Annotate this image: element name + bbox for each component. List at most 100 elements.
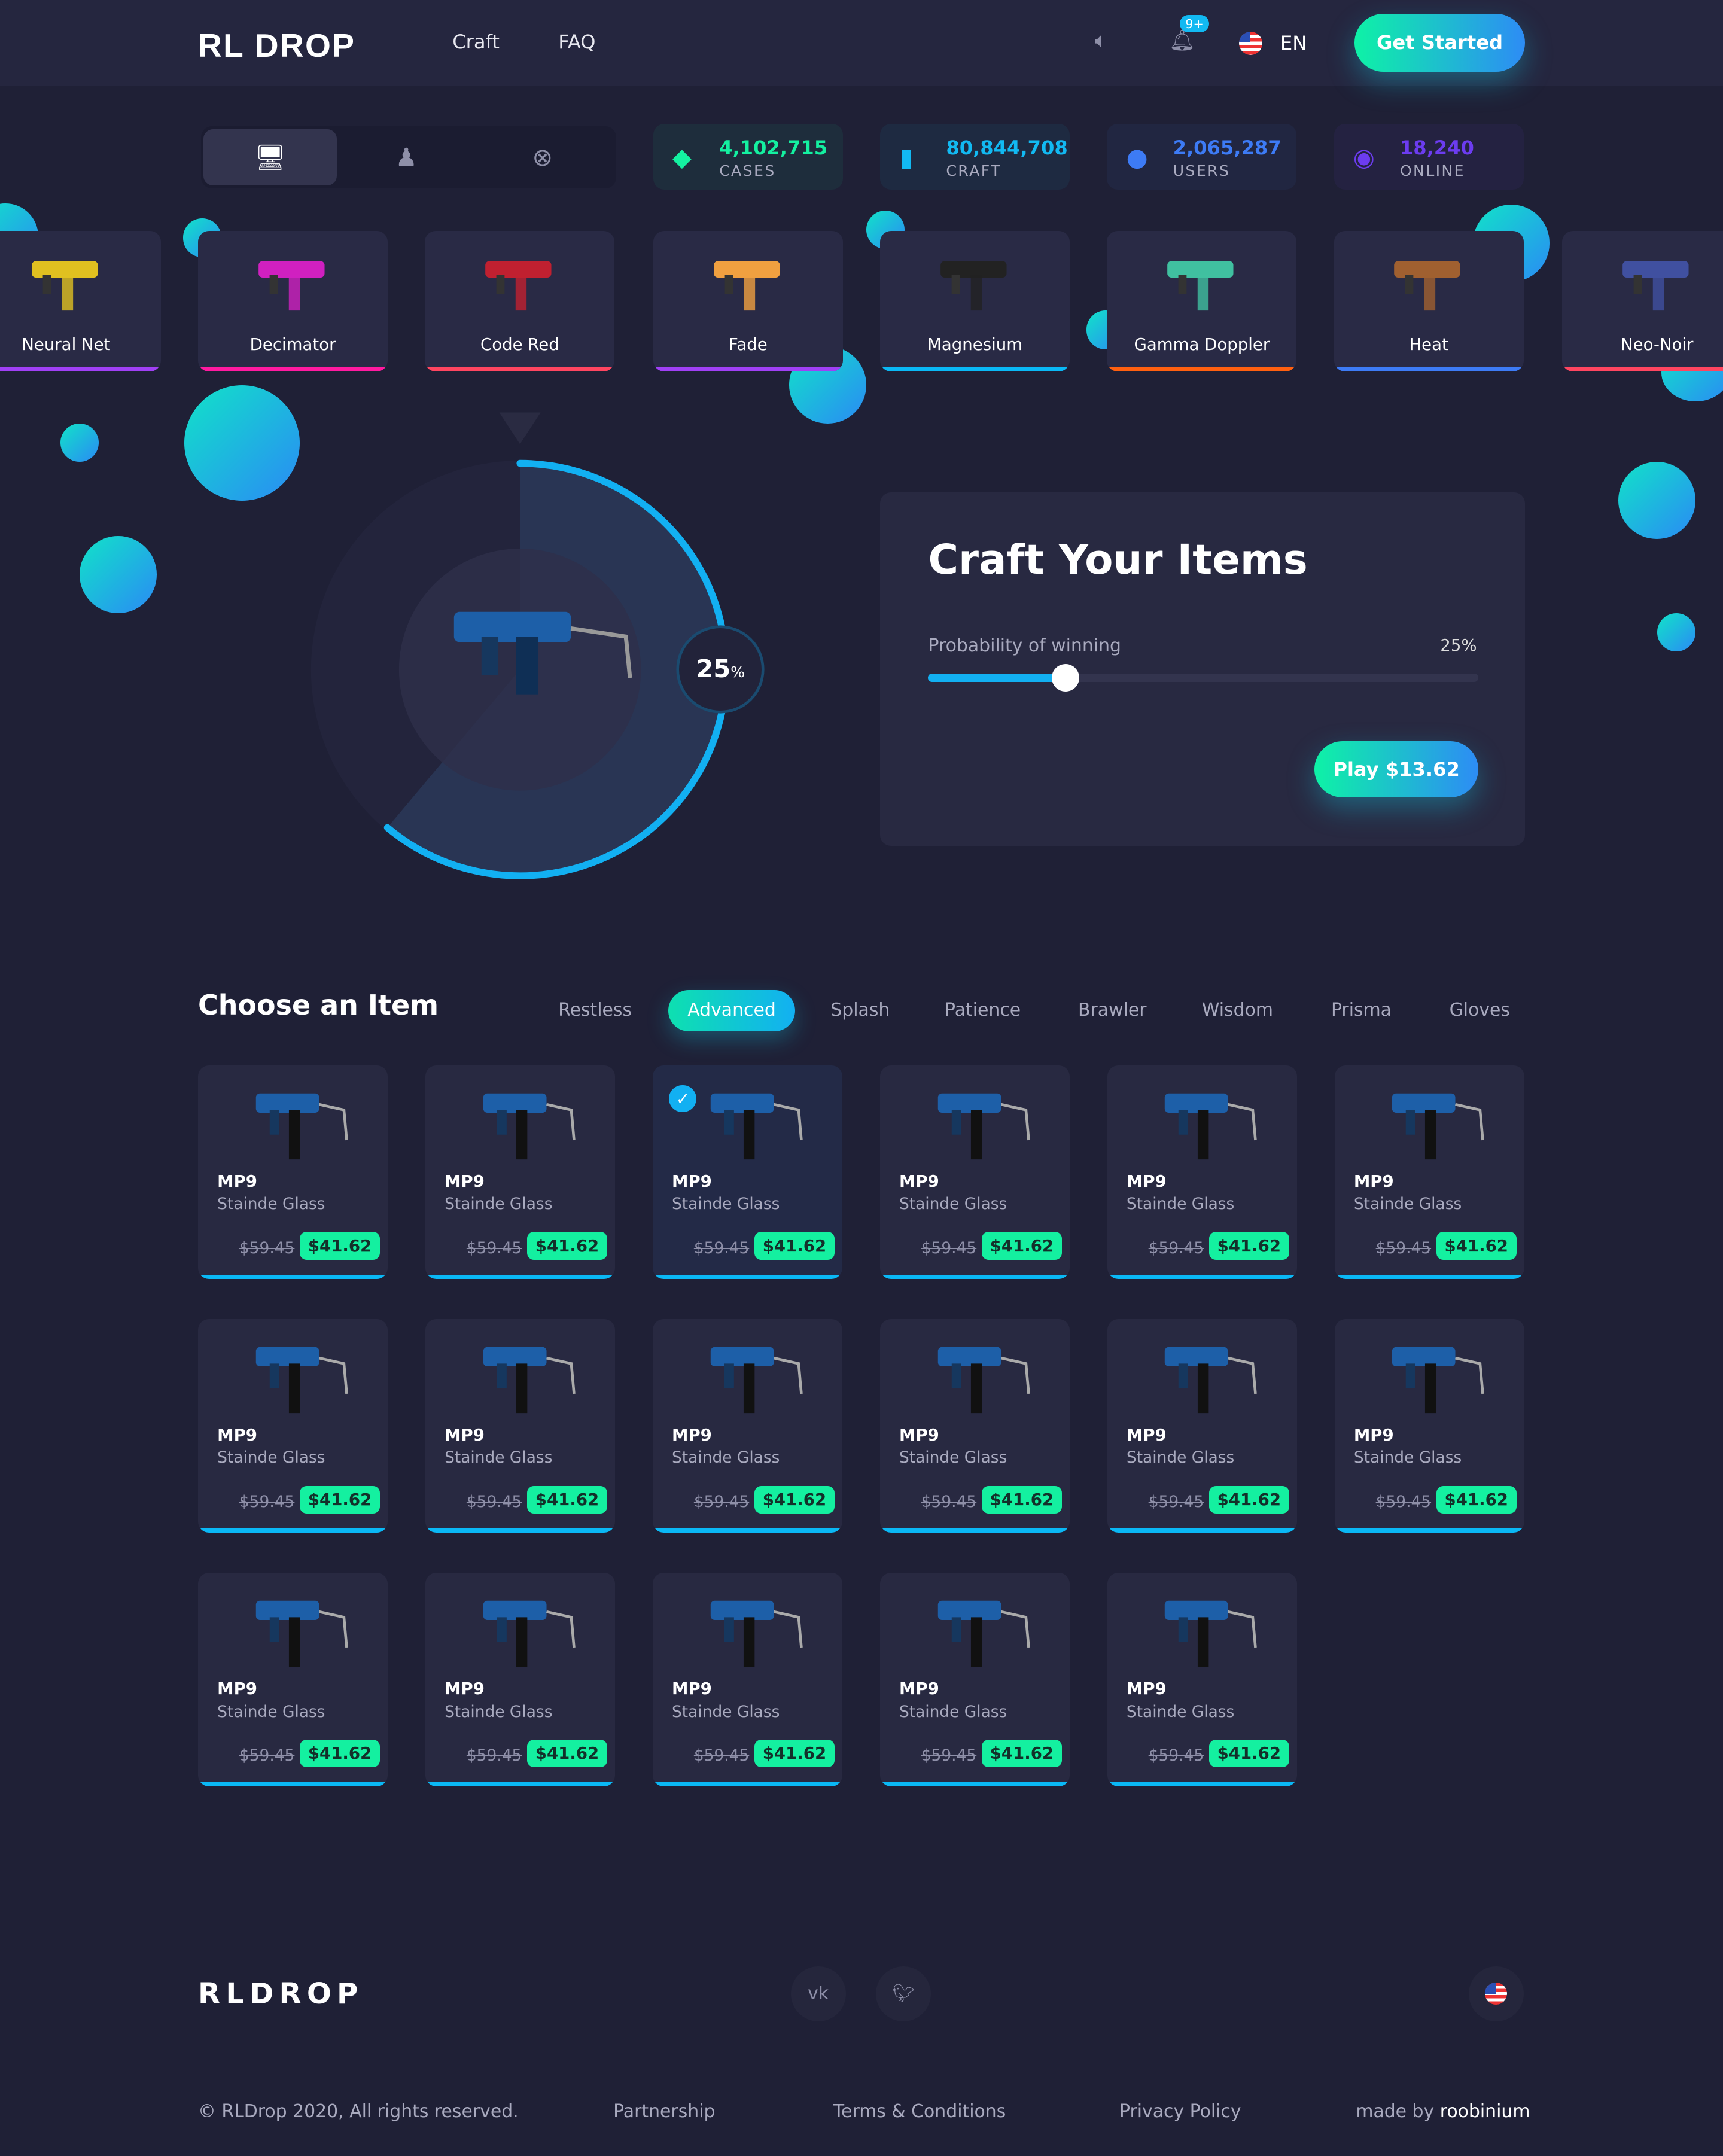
platform-xbox[interactable]: ⊗ [476,129,609,185]
item-card[interactable]: MP9 Stainde Glass $59.45 $41.62 [1107,1065,1297,1279]
price-badge: $41.62 [1208,1739,1289,1768]
mp9-gun-image [483,1600,576,1667]
item-card[interactable]: MP9 Stainde Glass $59.45 $41.62 [879,1065,1070,1279]
featured-item[interactable]: Neo-Noir [1562,231,1723,371]
made-by-link[interactable]: roobinium [1440,2101,1530,2122]
item-skin: Stainde Glass [217,1195,325,1214]
rarity-bar [879,1528,1070,1533]
mp9-gun-image [710,1093,803,1159]
decor-bubble [80,536,157,614]
item-card[interactable]: MP9 Stainde Glass $59.45 $41.62 [879,1319,1070,1533]
play-button[interactable]: Play $13.62 [1314,741,1478,798]
tab-prisma[interactable]: Prisma [1312,990,1411,1031]
old-price: $59.45 [1375,1493,1432,1512]
notification-badge: 9+ [1180,15,1209,32]
get-started-button[interactable]: Get Started [1354,13,1526,72]
mp9-gun-image [255,1600,348,1667]
slider-handle[interactable] [1052,664,1080,692]
featured-item[interactable]: Decimator [197,231,388,371]
old-price: $59.45 [921,1493,977,1512]
bell-icon[interactable]: 🔔︎ [1169,29,1195,53]
mp9-gun-image [710,1600,803,1667]
footer-link-terms[interactable]: Terms & Conditions [833,2101,1006,2122]
featured-item[interactable]: Gamma Doppler [1107,231,1297,371]
price-badge: $41.62 [300,1485,380,1514]
tab-splash[interactable]: Splash [811,990,909,1031]
item-card[interactable]: MP9 Stainde Glass $59.45 $41.62 [1107,1319,1297,1533]
price-badge: $41.62 [1436,1232,1517,1260]
rarity-bar [653,367,843,371]
item-card[interactable]: MP9 Stainde Glass $59.45 $41.62 [197,1319,388,1533]
logo[interactable]: RL DROP [198,26,355,65]
tab-gloves[interactable]: Gloves [1430,990,1529,1031]
featured-item[interactable]: Fade [653,231,843,371]
nav-faq[interactable]: FAQ [558,31,595,53]
item-name: MP9 [445,1425,485,1445]
item-skin: Stainde Glass [217,1448,325,1467]
item-card[interactable]: MP9 Stainde Glass $59.45 $41.62 [879,1573,1070,1786]
old-price: $59.45 [1148,1493,1204,1512]
item-card[interactable]: MP9 Stainde Glass $59.45 $41.62 [652,1319,843,1533]
platform-playstation[interactable]: ♟ [340,129,473,185]
item-card[interactable]: MP9 Stainde Glass $59.45 $41.62 [1334,1319,1524,1533]
item-card[interactable]: MP9 Stainde Glass $59.45 $41.62 [1107,1573,1297,1786]
tab-restless[interactable]: Restless [539,990,651,1031]
footer-link-partnership[interactable]: Partnership [613,2101,715,2122]
footer-link-privacy[interactable]: Privacy Policy [1119,2101,1241,2122]
featured-item[interactable]: Heat [1334,231,1524,371]
featured-item[interactable]: Neural Net [0,231,161,371]
rarity-bar [197,367,388,371]
featured-item[interactable]: Magnesium [880,231,1070,371]
playstation-icon: ♟ [395,143,418,172]
vk-icon[interactable]: vk [790,1966,846,2021]
price-badge: $41.62 [754,1232,835,1260]
volume-icon[interactable]: 🔈︎ [1095,29,1107,53]
platform-pc[interactable]: 🖥︎ [203,129,337,186]
item-card[interactable]: MP9 Stainde Glass $59.45 $41.62 [1334,1065,1524,1279]
weapon-image [1622,261,1689,311]
footer-brand: RLDROP [197,1977,364,2011]
us-flag-icon[interactable] [1238,31,1262,55]
old-price: $59.45 [921,1238,977,1257]
featured-item-name: Neo-Noir [1620,334,1694,354]
item-name: MP9 [445,1171,485,1192]
footer-language-button[interactable] [1468,1966,1524,2021]
twitter-icon[interactable]: 🐦︎ [876,1966,931,2021]
tab-brawler[interactable]: Brawler [1059,990,1166,1031]
featured-item-name: Gamma Doppler [1134,334,1270,354]
old-price: $59.45 [466,1238,522,1257]
us-flag-icon [1485,1983,1508,2005]
item-name: MP9 [899,1679,939,1699]
featured-item[interactable]: Code Red [425,231,615,371]
item-card[interactable]: MP9 Stainde Glass $59.45 $41.62 [197,1573,388,1786]
price-badge: $41.62 [754,1739,835,1768]
stat-value: 80,844,708 [946,136,1068,159]
probability-slider[interactable] [928,664,1478,692]
tab-wisdom[interactable]: Wisdom [1183,990,1292,1031]
item-card[interactable]: MP9 Stainde Glass $59.45 $41.62 [425,1065,616,1279]
rarity-bar [1334,367,1524,371]
price-badge: $41.62 [981,1739,1062,1768]
tab-advanced[interactable]: Advanced [668,989,795,1031]
item-skin: Stainde Glass [1353,1195,1462,1214]
price-badge: $41.62 [1436,1485,1517,1514]
layers-icon: ◆ [672,143,692,172]
rarity-bar [425,1274,616,1279]
item-card[interactable]: MP9 Stainde Glass $59.45 $41.62 [652,1573,843,1786]
rarity-bar [1107,1274,1297,1279]
item-card[interactable]: MP9 Stainde Glass $59.45 $41.62 [425,1319,616,1533]
mp9-gun-image [1165,1600,1258,1667]
item-card[interactable]: MP9 Stainde Glass $59.45 $41.62 [197,1065,388,1279]
item-card[interactable]: MP9 Stainde Glass $59.45 $41.62 [425,1573,616,1786]
language-selector[interactable]: EN [1280,32,1307,54]
copyright: © RLDrop 2020, All rights reserved. [197,2101,519,2122]
stat-online: ◉ 18,240 ONLINE [1334,123,1524,190]
item-card[interactable]: ✓ MP9 Stainde Glass $59.45 $41.62 [652,1065,843,1279]
mp9-gun-image [483,1347,576,1413]
item-skin: Stainde Glass [1353,1448,1462,1467]
tab-patience[interactable]: Patience [926,990,1040,1031]
mp9-gun-image [483,1093,576,1159]
mp9-gun-image [937,1347,1030,1413]
nav-craft[interactable]: Craft [452,31,500,53]
choose-title: Choose an Item [197,988,439,1021]
